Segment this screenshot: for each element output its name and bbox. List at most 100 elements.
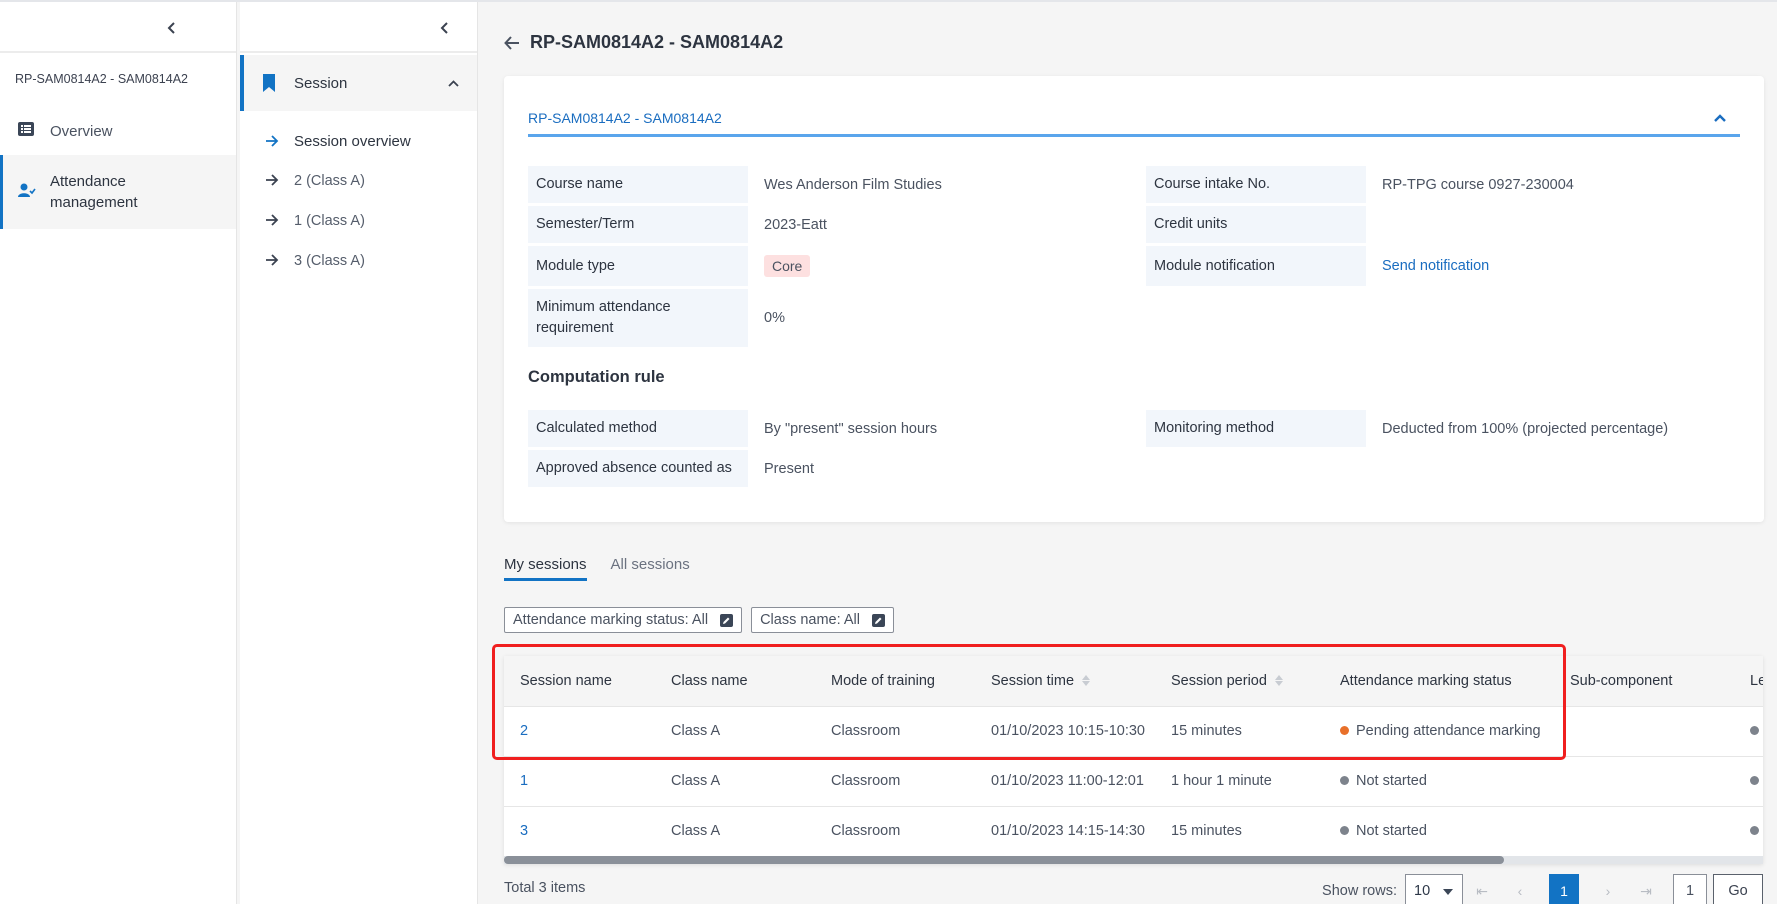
nav-item-label: Session overview — [294, 132, 411, 150]
status-cell: Not started — [1324, 806, 1554, 857]
sort-icon[interactable] — [1274, 675, 1283, 687]
collapse-secondary-sidebar-button[interactable] — [433, 16, 457, 40]
last-page-button[interactable]: ⇥ — [1627, 874, 1665, 904]
field-value: Core — [748, 246, 811, 286]
filter-bar: Attendance marking status: All Class nam… — [504, 607, 894, 633]
sidebar-item-attendance-management[interactable]: Attendance management — [0, 155, 236, 229]
status-dot-icon — [1340, 726, 1349, 735]
chevron-up-icon — [448, 75, 459, 92]
session-name-link[interactable]: 2 — [504, 706, 655, 757]
page-title: RP-SAM0814A2 - SAM0814A2 — [530, 32, 784, 52]
nav-group-label: Session — [294, 74, 348, 92]
chevron-left-icon — [167, 22, 175, 34]
tab-my-sessions[interactable]: My sessions — [504, 556, 587, 581]
filter-label: Class name: All — [760, 612, 860, 628]
back-arrow-icon[interactable] — [504, 35, 520, 50]
collapse-primary-sidebar-button[interactable] — [160, 16, 184, 40]
field-course-name: Course name Wes Anderson Film Studies — [528, 166, 942, 203]
arrow-right-icon — [266, 254, 279, 270]
mode-cell: Classroom — [815, 756, 975, 807]
primary-sidebar: RP-SAM0814A2 - SAM0814A2 Overview Attend… — [0, 2, 237, 904]
field-label: Minimum attendance requirement — [528, 289, 748, 347]
status-label: Not started — [1356, 773, 1427, 789]
chevron-up-icon[interactable] — [1714, 110, 1726, 126]
field-label: Monitoring method — [1146, 410, 1366, 447]
caret-down-icon — [1443, 889, 1453, 895]
status-dot-icon — [1750, 776, 1759, 785]
table-header-row: Session name Class name Mode of training… — [504, 656, 1763, 707]
status-label: Pending attendance marking — [1356, 723, 1541, 739]
sidebar-item-label: Overview — [50, 122, 113, 140]
sidebar-item-label: Attendance management — [50, 173, 138, 211]
nav-group-session[interactable]: Session — [240, 55, 477, 111]
nav-item-label: 1 (Class A) — [294, 213, 365, 229]
arrow-right-icon — [266, 214, 279, 230]
nav-item-session-overview[interactable]: Session overview — [240, 121, 477, 161]
page-number-input[interactable]: 1 — [1673, 874, 1707, 904]
status-cell: Not started — [1324, 756, 1554, 807]
column-header-session-time[interactable]: Session time — [975, 656, 1155, 707]
filter-class-name[interactable]: Class name: All — [751, 607, 894, 633]
field-value: 0% — [764, 310, 785, 326]
field-value: Deducted from 100% (projected percentage… — [1382, 420, 1669, 437]
last-page-icon: ⇥ — [1640, 882, 1652, 899]
nav-item-session-3[interactable]: 3 (Class A) — [240, 241, 477, 281]
scrollbar-thumb[interactable] — [504, 856, 1504, 864]
class-name-cell: Class A — [655, 806, 815, 857]
primary-sidebar-header — [0, 2, 236, 53]
go-button[interactable]: Go — [1713, 874, 1763, 904]
rows-per-page-select[interactable]: 10 — [1405, 874, 1463, 904]
secondary-sidebar-header — [240, 2, 477, 53]
next-page-button[interactable]: › — [1589, 874, 1627, 904]
column-header-label: Session time — [991, 672, 1075, 689]
column-header-attendance-marking-status: Attendance marking status — [1324, 656, 1554, 707]
edit-icon — [872, 613, 885, 627]
bookmark-icon — [262, 74, 276, 96]
column-header-class-name: Class name — [655, 656, 815, 707]
field-course-intake-no: Course intake No. RP-TPG course 0927-230… — [1146, 166, 1574, 203]
nav-item-session-2[interactable]: 2 (Class A) — [240, 161, 477, 201]
horizontal-scrollbar[interactable] — [504, 856, 1763, 864]
truncated-status-cell — [1734, 806, 1763, 857]
column-header-mode-of-training: Mode of training — [815, 656, 975, 707]
send-notification-link[interactable]: Send notification — [1366, 246, 1489, 286]
course-details-card: RP-SAM0814A2 - SAM0814A2 Course name Wes… — [504, 76, 1764, 522]
status-dot-icon — [1340, 776, 1349, 785]
details-panel-header[interactable]: RP-SAM0814A2 - SAM0814A2 — [528, 110, 1740, 137]
column-header-session-period[interactable]: Session period — [1155, 656, 1324, 707]
nav-item-label: 3 (Class A) — [294, 253, 365, 269]
session-time-cell: 01/10/2023 10:15-10:30 — [975, 706, 1155, 757]
column-header-session-name: Session name — [504, 656, 655, 707]
first-page-button[interactable]: ⇤ — [1463, 874, 1501, 904]
session-period-cell: 15 minutes — [1155, 806, 1324, 857]
field-value: Wes Anderson Film Studies — [764, 176, 942, 193]
sidebar-item-overview[interactable]: Overview — [0, 107, 236, 155]
filter-attendance-marking-status[interactable]: Attendance marking status: All — [504, 607, 743, 633]
session-period-cell: 1 hour 1 minute — [1155, 756, 1324, 807]
page-button-current[interactable]: 1 — [1549, 874, 1579, 904]
table-row: 3 Class A Classroom 01/10/2023 14:15-14:30 1… — [504, 806, 1763, 857]
field-label: Semester/Term — [528, 206, 748, 243]
table-row: 2 Class A Classroom 01/10/2023 10:15-10:30 1… — [504, 706, 1763, 757]
field-minimum-attendance: Minimum attendance requirement 0% — [528, 289, 785, 347]
session-period-cell: 15 minutes — [1155, 706, 1324, 757]
edit-icon — [720, 613, 734, 627]
field-value: By "present" session hours — [764, 420, 938, 437]
chevron-right-icon: › — [1605, 883, 1611, 899]
page-header: RP-SAM0814A2 - SAM0814A2 — [504, 32, 783, 53]
user-check-icon — [18, 182, 36, 203]
session-name-link[interactable]: 1 — [504, 756, 655, 807]
sub-component-cell — [1554, 706, 1734, 757]
sub-component-cell — [1554, 806, 1734, 857]
sort-icon[interactable] — [1082, 675, 1091, 687]
status-dot-icon — [1750, 726, 1759, 735]
status-dot-icon — [1340, 826, 1349, 835]
prev-page-button[interactable]: ‹ — [1501, 874, 1539, 904]
session-name-link[interactable]: 3 — [504, 806, 655, 857]
nav-item-session-1[interactable]: 1 (Class A) — [240, 201, 477, 241]
tab-all-sessions[interactable]: All sessions — [611, 556, 690, 581]
truncated-status-cell — [1734, 756, 1763, 807]
main-content: RP-SAM0814A2 - SAM0814A2 RP-SAM0814A2 - … — [478, 2, 1777, 904]
status-dot-icon — [1750, 826, 1759, 835]
arrow-right-icon — [266, 134, 279, 151]
